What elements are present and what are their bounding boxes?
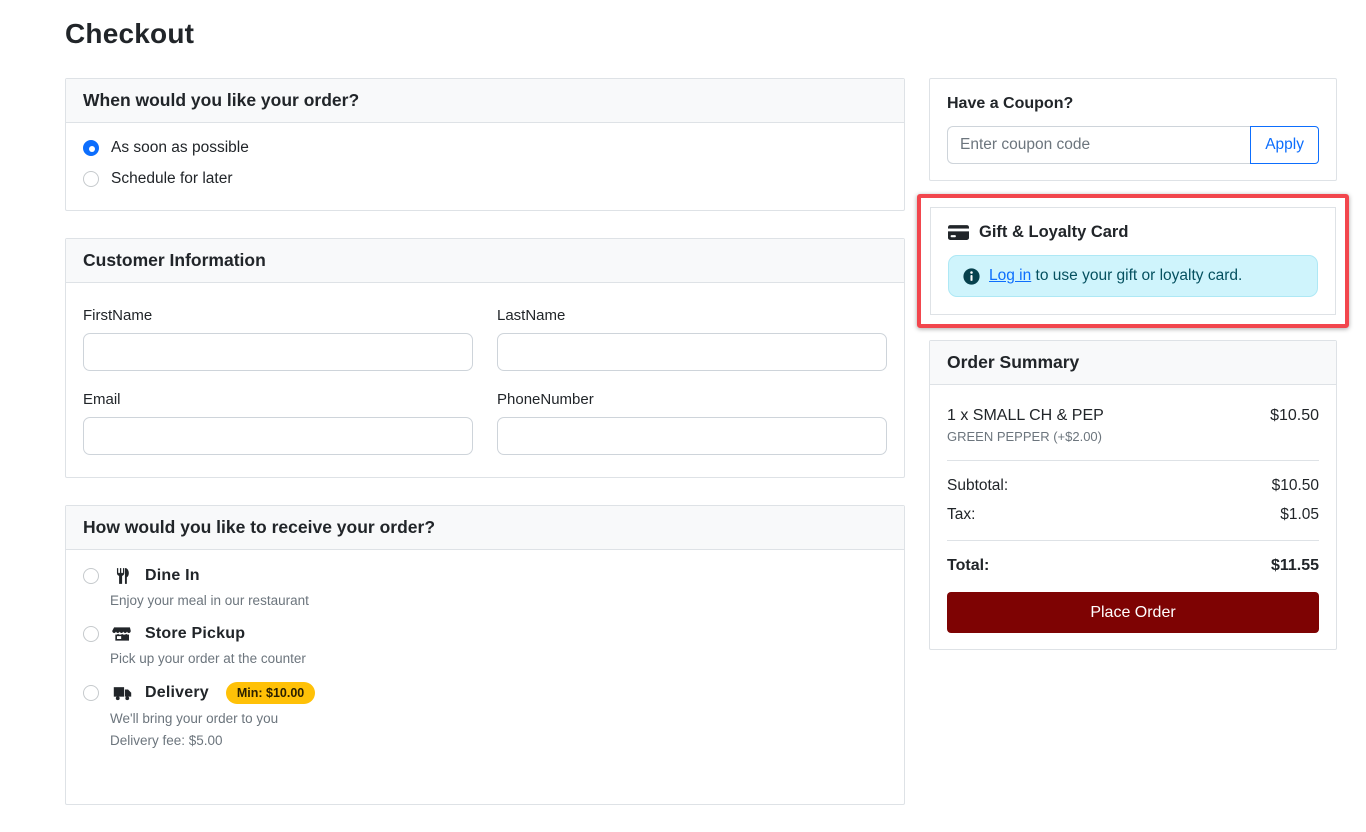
lastname-field-group: LastName — [497, 307, 887, 371]
summary-divider — [947, 460, 1319, 461]
gift-loyalty-card: Gift & Loyalty Card Log in to — [930, 207, 1336, 315]
delivery-label: Delivery — [145, 684, 209, 702]
login-link[interactable]: Log in — [989, 267, 1031, 284]
order-item-price: $10.50 — [1270, 407, 1319, 425]
delivery-min-badge: Min: $10.00 — [226, 682, 315, 704]
checkout-forms-column: When would you like your order? As soon … — [65, 78, 905, 832]
checkout-page: Checkout When would you like your order?… — [0, 0, 1366, 832]
store-pickup-description: Pick up your order at the counter — [110, 651, 887, 666]
store-icon — [110, 624, 134, 644]
coupon-code-input[interactable] — [947, 126, 1250, 164]
radio-delivery[interactable] — [83, 685, 99, 701]
order-sidebar: Have a Coupon? Apply — [929, 78, 1337, 677]
login-helper-text: to use your gift or loyalty card. — [1036, 267, 1243, 284]
option-dine-in[interactable]: Dine In Enjoy your meal in our restauran… — [83, 566, 887, 608]
subtotal-value: $10.50 — [1272, 477, 1319, 495]
tax-value: $1.05 — [1280, 506, 1319, 524]
radio-option-asap[interactable]: As soon as possible — [83, 139, 887, 157]
dine-in-description: Enjoy your meal in our restaurant — [110, 593, 887, 608]
firstname-field-group: FirstName — [83, 307, 473, 371]
page-title: Checkout — [65, 18, 1366, 50]
customer-info-card: Customer Information FirstName LastName … — [65, 238, 905, 478]
option-store-pickup[interactable]: Store Pickup Pick up your order at the c… — [83, 624, 887, 666]
order-summary-title: Order Summary — [930, 341, 1336, 385]
radio-option-schedule-later[interactable]: Schedule for later — [83, 170, 887, 188]
total-row: Total: $11.55 — [947, 557, 1319, 575]
utensils-icon — [110, 566, 134, 586]
delivery-fee-text: Delivery fee: $5.00 — [110, 733, 887, 748]
lastname-input[interactable] — [497, 333, 887, 371]
store-pickup-label: Store Pickup — [145, 625, 245, 643]
apply-coupon-button[interactable]: Apply — [1250, 126, 1319, 164]
tax-row: Tax: $1.05 — [947, 506, 1319, 524]
radio-asap[interactable] — [83, 140, 99, 156]
truck-icon — [110, 684, 134, 703]
email-field-group: Email — [83, 391, 473, 455]
subtotal-row: Subtotal: $10.50 — [947, 477, 1319, 495]
firstname-label: FirstName — [83, 307, 473, 324]
order-item-name: 1 x SMALL CH & PEP — [947, 407, 1104, 425]
place-order-button[interactable]: Place Order — [947, 592, 1319, 633]
radio-schedule-later-label: Schedule for later — [111, 170, 233, 188]
radio-dine-in[interactable] — [83, 568, 99, 584]
radio-schedule-later[interactable] — [83, 171, 99, 187]
phone-input[interactable] — [497, 417, 887, 455]
phone-field-group: PhoneNumber — [497, 391, 887, 455]
schedule-card-title: When would you like your order? — [66, 79, 904, 123]
phone-label: PhoneNumber — [497, 391, 887, 408]
receive-method-title: How would you like to receive your order… — [66, 506, 904, 550]
gift-card-highlight-outline: Gift & Loyalty Card Log in to — [917, 194, 1349, 328]
email-input[interactable] — [83, 417, 473, 455]
dine-in-label: Dine In — [145, 567, 200, 585]
receive-method-card: How would you like to receive your order… — [65, 505, 905, 805]
tax-label: Tax: — [947, 506, 975, 524]
credit-card-icon — [948, 224, 969, 241]
delivery-description: We'll bring your order to you — [110, 711, 887, 726]
radio-store-pickup[interactable] — [83, 626, 99, 642]
summary-divider — [947, 540, 1319, 541]
order-summary-card: Order Summary 1 x SMALL CH & PEP $10.50 … — [929, 340, 1337, 650]
email-label: Email — [83, 391, 473, 408]
firstname-input[interactable] — [83, 333, 473, 371]
order-item-modifier: GREEN PEPPER (+$2.00) — [947, 429, 1319, 444]
total-label: Total: — [947, 557, 989, 575]
option-delivery[interactable]: Delivery Min: $10.00 We'll bring your or… — [83, 682, 887, 748]
radio-asap-label: As soon as possible — [111, 139, 249, 157]
order-item-row: 1 x SMALL CH & PEP $10.50 — [947, 407, 1319, 425]
info-icon — [963, 268, 980, 285]
login-info-banner: Log in to use your gift or loyalty card. — [948, 255, 1318, 297]
customer-info-title: Customer Information — [66, 239, 904, 283]
coupon-title: Have a Coupon? — [947, 95, 1319, 113]
gift-card-title: Gift & Loyalty Card — [979, 223, 1128, 242]
schedule-card: When would you like your order? As soon … — [65, 78, 905, 211]
total-value: $11.55 — [1271, 557, 1319, 575]
coupon-card: Have a Coupon? Apply — [929, 78, 1337, 181]
subtotal-label: Subtotal: — [947, 477, 1008, 495]
lastname-label: LastName — [497, 307, 887, 324]
